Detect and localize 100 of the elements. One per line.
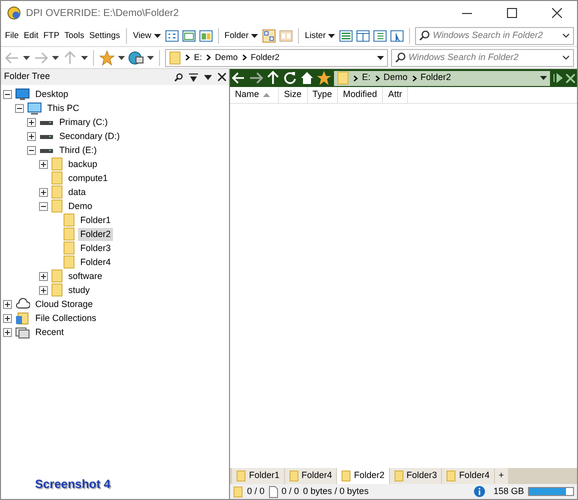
toolbar-button[interactable] bbox=[182, 28, 196, 44]
toolbar-button[interactable] bbox=[232, 70, 246, 86]
favorites-button[interactable] bbox=[99, 50, 115, 66]
collapse-toggle[interactable] bbox=[39, 202, 48, 211]
dropdown-menu-button[interactable]: View bbox=[132, 29, 162, 42]
filter-icon[interactable] bbox=[189, 72, 198, 82]
tree-item[interactable]: This PC bbox=[45, 102, 82, 115]
tree-item[interactable]: Recent bbox=[33, 326, 66, 339]
new-tab-button[interactable]: + bbox=[494, 468, 508, 484]
tree-item[interactable]: Third (E:) bbox=[57, 144, 99, 157]
caret-icon[interactable] bbox=[204, 74, 212, 80]
info-icon[interactable] bbox=[474, 486, 485, 497]
folder-tab[interactable]: Folder2 bbox=[337, 468, 389, 484]
tree-item[interactable]: Demo bbox=[66, 200, 94, 213]
search-field[interactable]: Windows Search in Folder2 bbox=[414, 26, 574, 44]
menu-item[interactable]: File bbox=[4, 29, 20, 42]
collapse-toggle[interactable] bbox=[3, 90, 12, 99]
network-button[interactable] bbox=[128, 50, 144, 66]
toolbar-button[interactable] bbox=[249, 70, 263, 86]
search-input[interactable]: Windows Search in Folder2 bbox=[432, 28, 559, 42]
collapse-toggle[interactable] bbox=[27, 146, 36, 155]
path-segment[interactable]: E: bbox=[362, 71, 371, 85]
caret-icon[interactable] bbox=[118, 56, 125, 60]
tree-item[interactable]: Folder2 bbox=[78, 228, 113, 241]
expand-toggle[interactable] bbox=[39, 160, 48, 169]
toolbar-button[interactable] bbox=[300, 70, 314, 86]
caret-icon[interactable] bbox=[147, 56, 154, 60]
folder-icon bbox=[236, 470, 246, 482]
toolbar-button[interactable] bbox=[164, 28, 179, 44]
column-header[interactable]: Size bbox=[279, 87, 308, 103]
search-icon[interactable] bbox=[174, 72, 183, 82]
tree-item[interactable]: data bbox=[66, 186, 88, 199]
tree-item[interactable]: File Collections bbox=[33, 312, 98, 325]
menu-item[interactable]: Edit bbox=[22, 29, 40, 42]
dropdown-menu-button[interactable]: Folder bbox=[224, 29, 259, 42]
folder-tab[interactable]: Folder1 bbox=[232, 468, 284, 484]
caret-icon[interactable] bbox=[376, 56, 384, 60]
menu-item[interactable]: FTP bbox=[42, 29, 60, 42]
expand-toggle[interactable] bbox=[3, 300, 12, 309]
tree-item[interactable]: backup bbox=[66, 158, 100, 171]
path-segment[interactable]: Folder2 bbox=[420, 71, 452, 85]
expand-toggle[interactable] bbox=[27, 132, 36, 141]
file-count: 0 / 0 bbox=[282, 484, 300, 498]
close-icon[interactable] bbox=[218, 73, 226, 81]
folder-tab[interactable]: Folder4 bbox=[284, 468, 336, 484]
caret-icon[interactable] bbox=[540, 76, 547, 80]
expand-toggle[interactable] bbox=[39, 286, 48, 295]
toolbar-button[interactable] bbox=[262, 28, 276, 44]
expand-toggle[interactable] bbox=[3, 314, 12, 323]
tree-item[interactable]: study bbox=[66, 284, 92, 297]
collapse-toggle[interactable] bbox=[15, 104, 24, 113]
expand-toggle[interactable] bbox=[27, 118, 36, 127]
tree-item[interactable]: Primary (C:) bbox=[57, 116, 110, 129]
address-bar[interactable]: E: Demo Folder2 bbox=[165, 48, 388, 66]
toolbar-button[interactable] bbox=[198, 28, 213, 44]
tree-item[interactable]: Secondary (D:) bbox=[57, 130, 122, 143]
play-icon[interactable] bbox=[553, 73, 563, 83]
path-segment[interactable]: E: bbox=[194, 51, 202, 64]
chevron-down-icon[interactable] bbox=[562, 55, 570, 60]
path-segment[interactable]: Demo bbox=[384, 71, 408, 85]
menu-item[interactable]: Tools bbox=[63, 29, 86, 42]
dropdown-menu-button[interactable]: Lister bbox=[304, 29, 336, 42]
tree-item[interactable]: Folder4 bbox=[78, 256, 113, 269]
caret-icon[interactable] bbox=[81, 56, 88, 60]
column-header[interactable]: Name bbox=[230, 87, 280, 103]
tree-item[interactable]: compute1 bbox=[66, 172, 110, 185]
search-field[interactable]: Windows Search in Folder2 bbox=[390, 48, 574, 66]
column-header[interactable]: Modified bbox=[338, 87, 384, 103]
expand-toggle[interactable] bbox=[39, 188, 48, 197]
column-header[interactable]: Attr bbox=[383, 87, 408, 103]
caret-icon[interactable] bbox=[52, 56, 59, 60]
menu-item[interactable]: Settings bbox=[88, 29, 121, 42]
toolbar-button[interactable] bbox=[356, 28, 370, 44]
toolbar-button[interactable] bbox=[317, 70, 331, 86]
tree-item[interactable]: Folder1 bbox=[78, 214, 113, 227]
tree-item[interactable]: Desktop bbox=[33, 88, 70, 101]
up-icon bbox=[62, 50, 78, 66]
column-header[interactable]: Type bbox=[308, 87, 338, 103]
folder-tab[interactable]: Folder4 bbox=[442, 468, 494, 484]
tree-item[interactable]: Cloud Storage bbox=[33, 298, 95, 311]
folder-icon bbox=[288, 470, 299, 482]
caret-icon[interactable] bbox=[23, 56, 30, 60]
path-segment[interactable]: Folder2 bbox=[250, 51, 280, 64]
toolbar-button[interactable] bbox=[283, 70, 297, 86]
toolbar-button[interactable] bbox=[390, 28, 404, 44]
search-input[interactable]: Windows Search in Folder2 bbox=[408, 50, 559, 64]
expand-toggle[interactable] bbox=[3, 328, 12, 337]
address-bar[interactable]: E: Demo Folder2 bbox=[334, 70, 550, 86]
tree-item[interactable]: software bbox=[66, 270, 104, 283]
caret-icon[interactable] bbox=[250, 34, 258, 38]
chevron-down-icon[interactable] bbox=[562, 33, 570, 38]
caret-icon[interactable] bbox=[154, 34, 161, 38]
path-segment[interactable]: Demo bbox=[215, 51, 238, 64]
toolbar-button[interactable] bbox=[338, 28, 353, 44]
expand-toggle[interactable] bbox=[39, 272, 48, 281]
tree-item[interactable]: Folder3 bbox=[78, 242, 113, 255]
folder-tab[interactable]: Folder3 bbox=[390, 468, 442, 484]
chevron-icon bbox=[206, 54, 212, 61]
caret-icon[interactable] bbox=[328, 34, 335, 38]
toolbar-button[interactable] bbox=[372, 28, 387, 44]
